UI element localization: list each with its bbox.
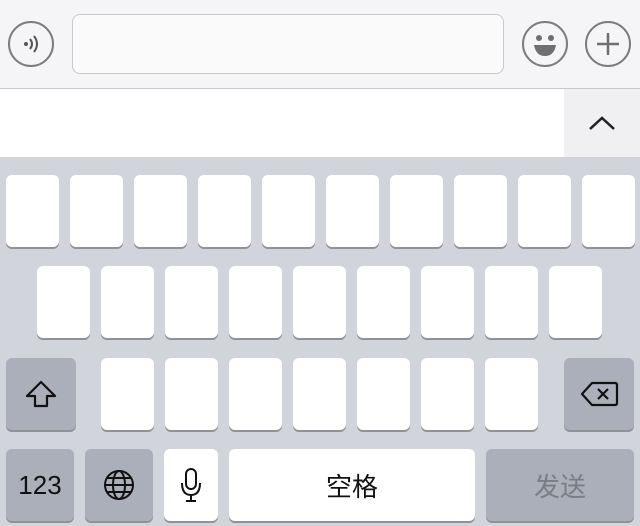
microphone-icon [181,468,201,502]
shift-key[interactable] [6,358,76,430]
letter-key[interactable] [390,175,443,247]
send-key[interactable]: 发送 [486,449,634,521]
letter-key[interactable] [293,266,346,338]
candidate-bar [0,89,640,157]
letter-key[interactable] [6,175,59,247]
letter-key[interactable] [198,175,251,247]
keyboard: 123 空格 发送 [0,157,640,526]
letter-key[interactable] [229,266,282,338]
voice-wave-icon [24,35,38,53]
voice-button[interactable] [8,21,54,67]
chevron-up-icon [589,116,615,130]
shift-arrow-icon [25,380,57,408]
letter-key[interactable] [485,266,538,338]
letter-key[interactable] [165,358,218,430]
message-input-bar [0,0,640,89]
letter-key[interactable] [421,266,474,338]
backspace-icon [580,381,619,407]
letter-key[interactable] [134,175,187,247]
letter-key[interactable] [101,358,154,430]
letter-key[interactable] [101,266,154,338]
letter-key[interactable] [165,266,218,338]
letter-key[interactable] [357,266,410,338]
letter-key[interactable] [421,358,474,430]
emoji-face-icon [534,35,556,56]
numbers-key[interactable]: 123 [6,449,74,521]
letter-key[interactable] [357,358,410,430]
emoji-button[interactable] [522,21,568,67]
message-text-field[interactable] [72,14,504,74]
letter-key[interactable] [518,175,571,247]
letter-key[interactable] [70,175,123,247]
letter-key[interactable] [262,175,315,247]
microphone-key[interactable] [164,449,218,521]
letter-key[interactable] [293,358,346,430]
plus-icon [597,33,619,55]
letter-key[interactable] [485,358,538,430]
letter-key[interactable] [326,175,379,247]
space-key[interactable]: 空格 [229,449,475,521]
globe-key[interactable] [85,449,153,521]
backspace-key[interactable] [564,358,634,430]
letter-key[interactable] [37,266,90,338]
letter-key[interactable] [549,266,602,338]
expand-candidates-button[interactable] [564,89,640,157]
letter-key[interactable] [454,175,507,247]
add-button[interactable] [585,21,631,67]
letter-key[interactable] [229,358,282,430]
globe-icon [104,470,134,500]
letter-key[interactable] [582,175,635,247]
